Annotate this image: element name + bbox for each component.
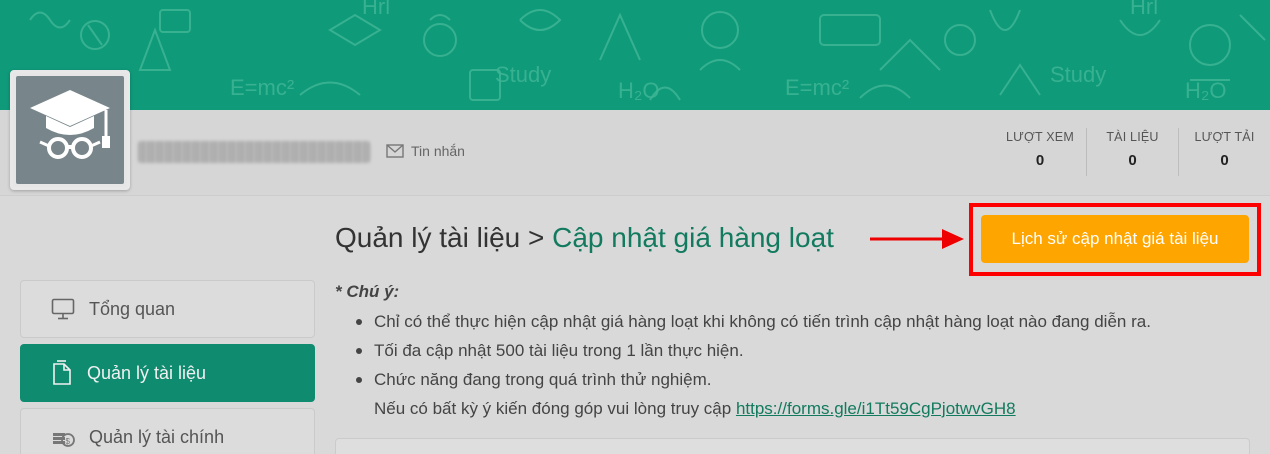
avatar [10, 70, 130, 190]
list-item: Chức năng đang trong quá trình thử nghiệ… [352, 365, 1151, 423]
stat-label: TÀI LIỆU [1106, 130, 1159, 144]
stat-views: LƯỢT XEM 0 [994, 128, 1086, 176]
stat-label: LƯỢT XEM [1006, 130, 1074, 144]
sidebar-item-label: Quản lý tài chính [89, 426, 225, 447]
doodle-text-1: Hrl [362, 0, 390, 19]
stat-value: 0 [1035, 152, 1045, 169]
svg-text:$: $ [66, 437, 71, 446]
note-text: Chức năng đang trong quá trình thử nghiệ… [374, 370, 712, 389]
doodle-text-4: H₂O [618, 78, 660, 103]
price-history-button[interactable]: Lịch sử cập nhật giá tài liệu [981, 215, 1249, 263]
user-name-redacted [138, 141, 370, 163]
monitor-icon [51, 298, 75, 320]
stat-value: 0 [1128, 152, 1137, 169]
documents-icon [53, 360, 71, 385]
breadcrumb-current: Cập nhật giá hàng loạt [552, 222, 834, 253]
message-link[interactable]: Tin nhắn [386, 143, 465, 159]
graduate-avatar-icon [30, 90, 110, 159]
sidebar-item-overview[interactable]: Tổng quan [20, 280, 315, 338]
note-title: * Chú ý: [335, 282, 400, 301]
banner-doodle-pattern: Hrl E=mc² Study H₂O E=mc² Study H₂O Hrl [29, 0, 1266, 103]
coins-icon: $ [53, 433, 75, 447]
profile-stats: LƯỢT XEM 0 TÀI LIỆU 0 LƯỢT TẢI 0 [994, 110, 1270, 196]
doodle-text-7: H₂O [1185, 78, 1227, 103]
stat-downloads: LƯỢT TẢI 0 [1178, 128, 1270, 176]
doodle-text-5: E=mc² [785, 75, 849, 100]
stat-label: LƯỢT TẢI [1194, 130, 1255, 144]
breadcrumb-parent[interactable]: Quản lý tài liệu [335, 222, 520, 253]
annotation-arrow-icon [870, 229, 964, 249]
sidebar-item-document-management[interactable]: Quản lý tài liệu [20, 344, 315, 402]
doodle-text-6: Study [1050, 62, 1106, 87]
note-list: Chỉ có thể thực hiện cập nhật giá hàng l… [352, 307, 1151, 423]
envelope-icon [386, 144, 404, 158]
feedback-text: Nếu có bất kỳ ý kiến đóng góp vui lòng t… [374, 399, 736, 418]
sidebar-item-label: Tổng quan [89, 298, 176, 319]
sidebar-item-label: Quản lý tài liệu [87, 362, 207, 383]
message-label: Tin nhắn [411, 143, 465, 159]
doodle-text-2: E=mc² [230, 75, 294, 100]
header-banner: Hrl E=mc² Study H₂O E=mc² Study H₂O Hrl [0, 0, 1270, 110]
breadcrumb-separator: > [520, 222, 553, 253]
list-item: Chỉ có thể thực hiện cập nhật giá hàng l… [352, 307, 1151, 336]
stat-value: 0 [1220, 152, 1229, 169]
feedback-link[interactable]: https://forms.gle/i1Tt59CgPjotwvGH8 [736, 399, 1016, 418]
page-title: Quản lý tài liệu > Cập nhật giá hàng loạ… [335, 222, 834, 254]
doodle-text-8: Hrl [1130, 0, 1158, 19]
sidebar-item-finance-management[interactable]: $ Quản lý tài chính [20, 408, 315, 454]
list-item: Tối đa cập nhật 500 tài liệu trong 1 lần… [352, 336, 1151, 365]
content-panel [335, 438, 1250, 454]
stat-documents: TÀI LIỆU 0 [1086, 128, 1178, 176]
doodle-text-3: Study [495, 62, 551, 87]
